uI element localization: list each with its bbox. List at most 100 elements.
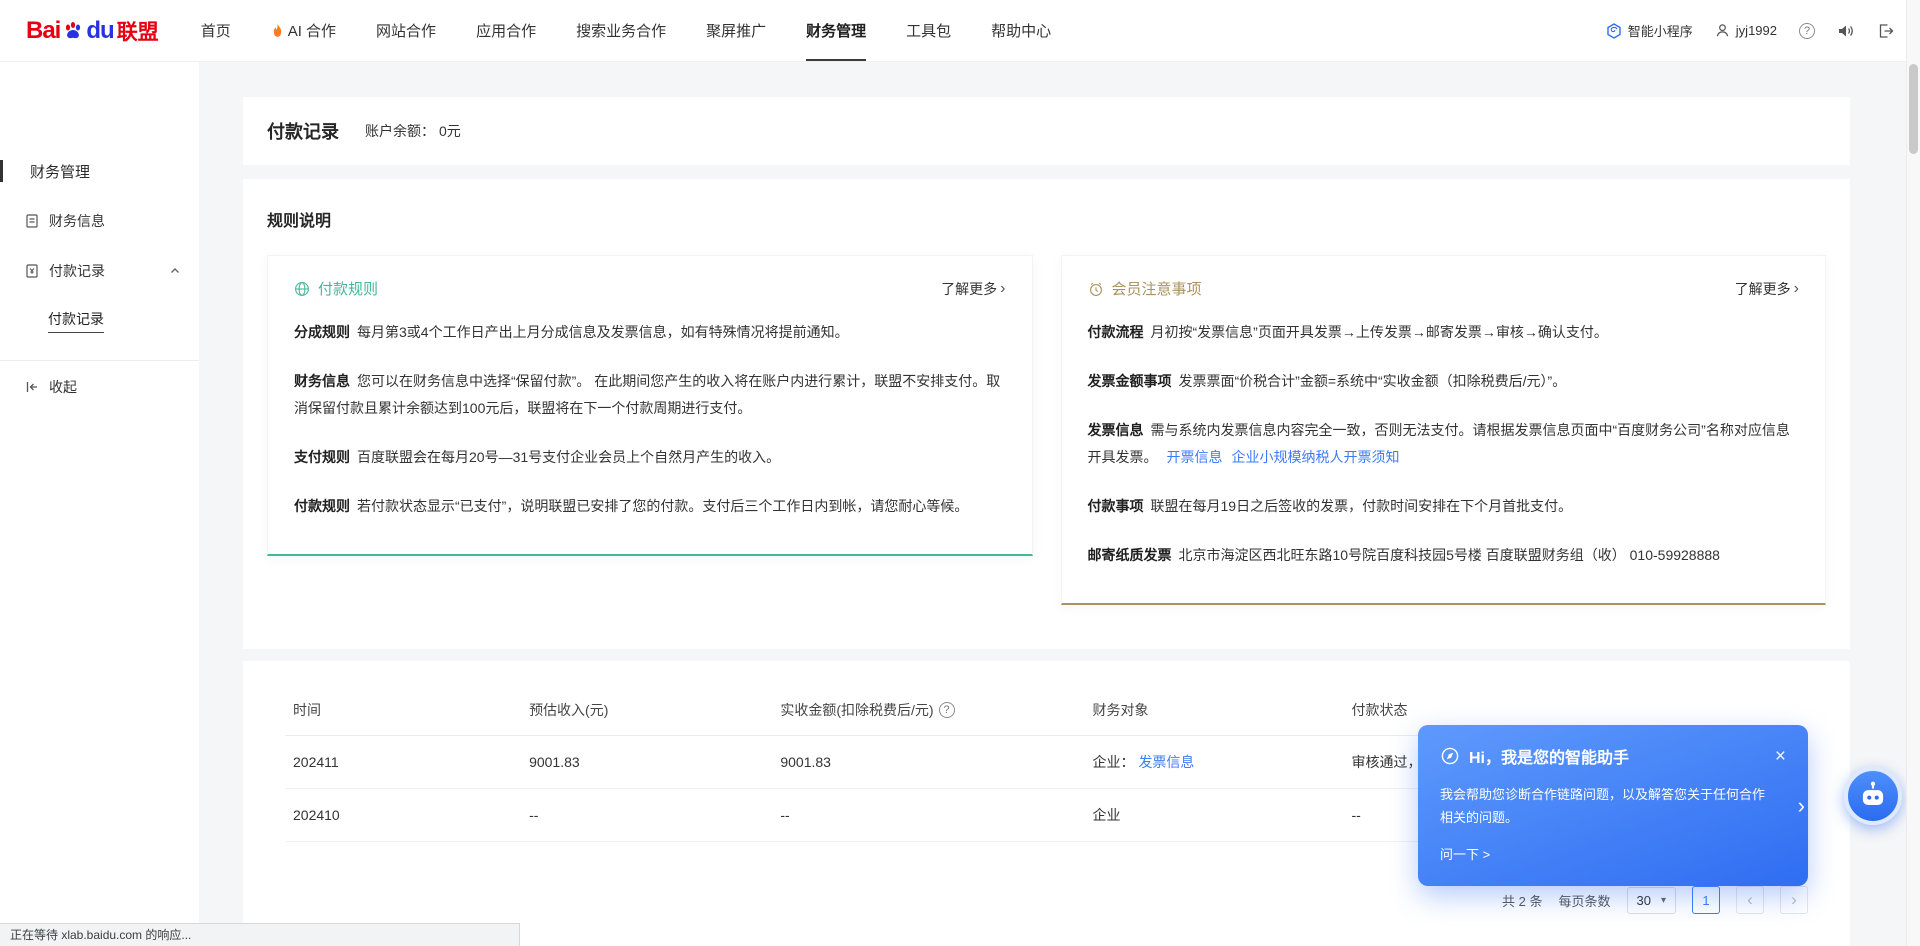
sidebar-collapse-button[interactable]: 收起 xyxy=(0,360,199,412)
nav-label: 工具包 xyxy=(906,20,951,41)
prev-page-button[interactable]: ‹ xyxy=(1736,886,1764,914)
record-icon xyxy=(24,263,40,279)
page-size-select[interactable]: 30 ▾ xyxy=(1627,887,1677,914)
ask-now-link[interactable]: 问一下 > xyxy=(1440,844,1490,863)
popup-right-chevron-icon[interactable]: › xyxy=(1798,793,1805,819)
assistant-robot-button[interactable] xyxy=(1844,767,1902,825)
col-header-actual: 实收金额(扣除税费后/元)? xyxy=(772,685,1084,736)
nav-item-help[interactable]: 帮助中心 xyxy=(991,0,1051,61)
rule-label: 支付规则 xyxy=(294,449,350,465)
user-icon xyxy=(1715,23,1730,38)
rule-label: 付款规则 xyxy=(294,498,350,514)
cell-actual: 9001.83 xyxy=(772,736,1084,789)
chevron-right-icon: › xyxy=(1794,280,1799,298)
sidebar-item-label: 付款记录 xyxy=(49,261,105,281)
document-icon xyxy=(24,213,40,229)
rule-text: 联盟在每月19日之后签收的发票，付款时间安排在下个月首批支付。 xyxy=(1151,498,1573,514)
sidebar-item-label: 财务信息 xyxy=(49,211,105,231)
member-notice-more-link[interactable]: 了解更多 › xyxy=(1735,279,1799,299)
paw-icon xyxy=(61,19,85,43)
rule-item: 发票金额事项发票票面“价税合计”金额=系统中“实收金额（扣除税费后/元）”。 xyxy=(1088,368,1800,395)
chevron-up-icon xyxy=(169,265,181,277)
next-page-button[interactable]: › xyxy=(1780,886,1808,914)
nav-item-search-biz[interactable]: 搜索业务合作 xyxy=(576,0,666,61)
chevron-down-icon: ▾ xyxy=(1661,895,1666,906)
nav-item-juping[interactable]: 聚屏推广 xyxy=(706,0,766,61)
nav-item-website[interactable]: 网站合作 xyxy=(376,0,436,61)
collapse-label: 收起 xyxy=(49,377,77,397)
col-header-entity: 财务对象 xyxy=(1085,685,1344,736)
help-question-icon[interactable]: ? xyxy=(1799,23,1815,39)
balance-value: 0元 xyxy=(439,121,461,141)
rule-text: 您可以在财务信息中选择“保留付款”。 在此期间您产生的收入将在账户内进行累计，联… xyxy=(294,373,1000,416)
cell-entity: 企业 xyxy=(1085,789,1344,842)
panel-title-label: 会员注意事项 xyxy=(1112,278,1202,299)
mini-program-link[interactable]: 智能小程序 xyxy=(1606,21,1693,40)
cell-value: 审核通过， xyxy=(1351,754,1421,770)
flame-icon xyxy=(271,23,284,39)
mini-program-icon xyxy=(1606,23,1622,39)
cell-value: 企业： xyxy=(1093,754,1135,770)
sidebar-item-payment-record[interactable]: 付款记录 xyxy=(0,246,199,296)
invoice-info-cell-link[interactable]: 发票信息 xyxy=(1138,754,1194,770)
cell-entity: 企业： 发票信息 xyxy=(1085,736,1344,789)
rule-text: 发票票面“价税合计”金额=系统中“实收金额（扣除税费后/元）”。 xyxy=(1179,373,1567,389)
page-size-label: 每页条数 xyxy=(1558,891,1610,910)
close-icon[interactable]: × xyxy=(1775,747,1786,766)
robot-icon xyxy=(1856,779,1890,813)
nav-label: 搜索业务合作 xyxy=(576,20,666,41)
panel-title-label: 付款规则 xyxy=(318,278,378,299)
small-taxpayer-notice-link[interactable]: 企业小规模纳税人开票须知 xyxy=(1232,449,1400,465)
assistant-message: 我会帮助您诊断合作链路问题，以及解答您关于任何合作相关的问题。 xyxy=(1440,783,1775,829)
logo-text-du: du xyxy=(86,17,113,45)
cell-time: 202411 xyxy=(285,736,521,789)
info-question-icon[interactable]: ? xyxy=(939,702,955,718)
rule-item: 付款规则若付款状态显示“已支付”，说明联盟已安排了您的付款。支付后三个工作日内到… xyxy=(294,493,1006,520)
rule-item: 付款流程月初按“发票信息”页面开具发票→上传发票→邮寄发票→审核→确认支付。 xyxy=(1088,319,1800,346)
cell-time: 202410 xyxy=(285,789,521,842)
nav-label: 财务管理 xyxy=(806,20,866,41)
nav-label: 帮助中心 xyxy=(991,20,1051,41)
col-header-label: 财务对象 xyxy=(1093,702,1149,718)
col-header-time: 时间 xyxy=(285,685,521,736)
speaker-icon[interactable] xyxy=(1837,23,1855,39)
rule-item: 支付规则百度联盟会在每月20号—31号支付企业会员上个自然月产生的收入。 xyxy=(294,444,1006,471)
cell-value: -- xyxy=(529,807,538,823)
sidebar-item-finance-info[interactable]: 财务信息 xyxy=(0,196,199,246)
rule-label: 付款事项 xyxy=(1088,498,1144,514)
alarm-clock-icon xyxy=(1088,281,1104,297)
vertical-scrollbar[interactable] xyxy=(1906,0,1920,946)
page-number-button[interactable]: 1 xyxy=(1692,886,1720,914)
globe-icon xyxy=(294,281,310,297)
browser-status-bar: 正在等待 xlab.baidu.com 的响应... xyxy=(0,923,520,946)
more-label: 了解更多 xyxy=(941,279,997,299)
logo-text-union: 联盟 xyxy=(117,16,159,46)
status-text: 正在等待 xlab.baidu.com 的响应... xyxy=(10,928,191,942)
page-title: 付款记录 xyxy=(267,118,339,144)
nav-label: 聚屏推广 xyxy=(706,20,766,41)
member-notice-panel: 会员注意事项 了解更多 › 付款流程月初按“发票信息”页面开具发票→上传发票→邮… xyxy=(1061,255,1827,605)
payment-rules-more-link[interactable]: 了解更多 › xyxy=(941,279,1005,299)
nav-item-app[interactable]: 应用合作 xyxy=(476,0,536,61)
nav-label: AI 合作 xyxy=(288,20,336,41)
user-account[interactable]: jyj1992 xyxy=(1715,23,1777,38)
nav-item-toolkit[interactable]: 工具包 xyxy=(906,0,951,61)
sidebar-title-finance-management[interactable]: 财务管理 xyxy=(0,146,199,196)
rule-label: 邮寄纸质发票 xyxy=(1088,547,1172,563)
scrollbar-thumb[interactable] xyxy=(1909,64,1918,154)
baidu-union-logo[interactable]: Bai du 联盟 xyxy=(26,16,159,46)
logout-icon[interactable] xyxy=(1877,23,1894,39)
rule-label: 分成规则 xyxy=(294,324,350,340)
nav-item-ai[interactable]: AI 合作 xyxy=(271,0,336,61)
cell-value: 9001.83 xyxy=(780,754,831,770)
rule-item: 邮寄纸质发票北京市海淀区西北旺东路10号院百度科技园5号楼 百度联盟财务组（收）… xyxy=(1088,542,1800,569)
nav-item-finance[interactable]: 财务管理 xyxy=(806,0,866,61)
rule-label: 发票金额事项 xyxy=(1088,373,1172,389)
invoice-info-link[interactable]: 开票信息 xyxy=(1167,449,1223,465)
sidebar-subitem-payment-record[interactable]: 付款记录 xyxy=(0,296,199,346)
account-balance: 账户余额： 0元 xyxy=(365,121,461,141)
username: jyj1992 xyxy=(1736,23,1777,38)
page-header-card: 付款记录 账户余额： 0元 xyxy=(243,97,1850,165)
sidebar-subitem-label: 付款记录 xyxy=(48,309,104,333)
nav-item-home[interactable]: 首页 xyxy=(201,0,231,61)
